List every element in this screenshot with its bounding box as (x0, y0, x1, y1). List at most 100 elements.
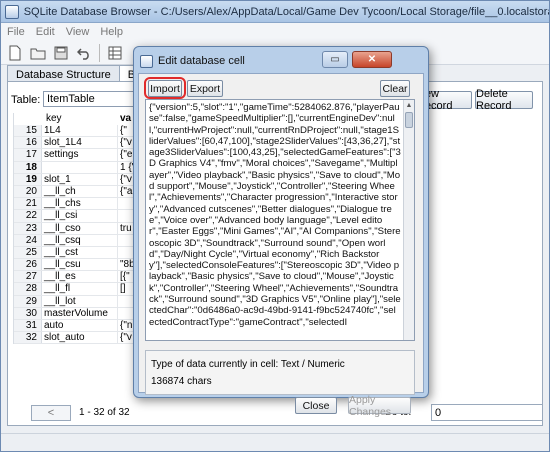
row-number: 26 (14, 259, 42, 271)
edit-cell-dialog: Edit database cell ▭ ✕ Import Export Cle… (133, 46, 429, 418)
table-row[interactable]: 30 masterVolume (14, 307, 141, 320)
tab-database-structure[interactable]: Database Structure (7, 65, 120, 82)
open-file-icon[interactable] (28, 43, 48, 63)
table-row[interactable]: 18 1 {"n (14, 161, 141, 174)
key-cell[interactable] (42, 161, 118, 173)
row-number: 30 (14, 307, 42, 319)
close-button[interactable]: Close (295, 397, 337, 414)
table-row[interactable]: 27 __ll_es [{" (14, 271, 141, 284)
key-cell[interactable]: __ll_csi (42, 210, 118, 222)
records-table: key va 15 1L4 {" 16 slot_1L4 {"v 17 settings {"e… (13, 113, 141, 345)
row-number: 27 (14, 271, 42, 283)
dialog-body: Import Export Clear {"version":5,"slot":… (138, 73, 424, 418)
menu-help[interactable]: Help (100, 26, 123, 38)
row-number: 23 (14, 222, 42, 234)
database-app-icon (5, 4, 19, 19)
window-titlebar: SQLite Database Browser - C:/Users/Alex/… (1, 1, 549, 23)
apply-changes-button[interactable]: Apply Changes (348, 394, 411, 418)
export-label: Export (189, 82, 221, 95)
row-number: 20 (14, 185, 42, 198)
table-row[interactable]: 31 auto {"n (14, 320, 141, 333)
key-cell[interactable]: __ll_lot (42, 295, 118, 307)
cell-length-text: 136874 chars (151, 376, 212, 387)
clear-label: Clear (382, 82, 408, 95)
key-cell[interactable]: __ll_es (42, 271, 118, 283)
window-title: SQLite Database Browser - C:/Users/Alex/… (23, 5, 549, 18)
export-button[interactable]: Export (187, 80, 223, 97)
table-row[interactable]: 28 __ll_fl[] (14, 283, 141, 296)
dialog-close-icon[interactable]: ✕ (352, 51, 392, 68)
table-row[interactable]: 19 slot_1 {"v (14, 173, 141, 186)
table-row[interactable]: 23 __ll_cso tru (14, 222, 141, 235)
table-select-value: ItemTable (47, 93, 95, 105)
key-cell[interactable]: slot_1L4 (42, 137, 118, 149)
menu-edit[interactable]: Edit (36, 26, 55, 38)
key-cell[interactable]: __ll_ch (42, 185, 118, 198)
menu-file[interactable]: File (7, 26, 25, 38)
row-number: 32 (14, 332, 42, 344)
table-row[interactable]: 29 __ll_lot (14, 295, 141, 308)
import-label: Import (150, 82, 180, 95)
row-number: 25 (14, 246, 42, 259)
key-cell[interactable]: __ll_csu (42, 259, 118, 271)
goto-input[interactable]: 0 (431, 404, 543, 421)
key-cell[interactable]: 1L4 (42, 125, 118, 137)
previous-page-button[interactable]: < (31, 405, 71, 421)
record-count: 1 - 32 of 32 (79, 407, 130, 418)
cell-info-box: Type of data currently in cell: Text / N… (145, 350, 415, 395)
scroll-thumb[interactable] (405, 112, 413, 128)
statusbar (1, 433, 549, 451)
row-number: 19 (14, 173, 42, 185)
cell-value-textarea[interactable]: {"version":5,"slot":"1","gameTime":52840… (145, 99, 415, 341)
row-number: 28 (14, 283, 42, 295)
table-row[interactable]: 26 __ll_csu "8b (14, 259, 141, 272)
clear-button[interactable]: Clear (380, 80, 410, 97)
row-number: 24 (14, 234, 42, 246)
menubar: File Edit View Help (1, 23, 549, 41)
table-label: Table: (11, 94, 41, 106)
dialog-database-icon (140, 54, 153, 68)
table-row[interactable]: 16 slot_1L4 {"v (14, 137, 141, 150)
table-row[interactable]: 32 slot_auto {"v (14, 332, 141, 345)
table-row[interactable]: 21 __ll_chs (14, 198, 141, 211)
table-header: key va (14, 113, 141, 125)
create-table-icon[interactable] (105, 43, 125, 63)
cell-value-text: {"version":5,"slot":"1","gameTime":52840… (149, 102, 401, 328)
save-icon[interactable] (51, 43, 71, 63)
dialog-title: Edit database cell (158, 55, 245, 67)
key-cell[interactable]: __ll_cso (42, 222, 118, 234)
key-cell[interactable]: slot_1 (42, 173, 118, 185)
table-row[interactable]: 17 settings {"e (14, 149, 141, 162)
key-cell[interactable]: __ll_chs (42, 198, 118, 210)
table-row[interactable]: 15 1L4 {" (14, 125, 141, 138)
new-file-icon[interactable] (5, 43, 25, 63)
scroll-up-icon[interactable]: ▲ (404, 100, 414, 111)
column-header-key[interactable]: key (44, 113, 120, 125)
row-number: 17 (14, 149, 42, 161)
undo-icon[interactable] (74, 43, 94, 63)
import-button[interactable]: Import (148, 80, 182, 97)
key-cell[interactable]: __ll_csq (42, 234, 118, 246)
menu-view[interactable]: View (66, 26, 90, 38)
key-cell[interactable]: settings (42, 149, 118, 161)
key-cell[interactable]: auto (42, 320, 118, 332)
table-row[interactable]: 20 __ll_ch {"a (14, 185, 141, 199)
textarea-scrollbar[interactable]: ▲ (403, 100, 414, 340)
table-row[interactable]: 24 __ll_csq (14, 234, 141, 247)
column-header-value[interactable]: va (120, 113, 131, 125)
key-cell[interactable]: __ll_cst (42, 246, 118, 259)
table-body: 15 1L4 {" 16 slot_1L4 {"v 17 settings {"e 18 1 {"n… (14, 125, 141, 345)
close-label: Close (302, 399, 330, 412)
key-cell[interactable]: slot_auto (42, 332, 118, 344)
row-number: 22 (14, 210, 42, 222)
row-number: 18 (14, 161, 42, 173)
key-cell[interactable]: __ll_fl (42, 283, 118, 295)
delete-record-button[interactable]: Delete Record (475, 88, 533, 112)
row-number: 29 (14, 295, 42, 307)
apply-changes-label: Apply Changes (349, 393, 392, 418)
table-row[interactable]: 25 __ll_cst (14, 246, 141, 260)
dialog-minimize-icon[interactable]: ▭ (322, 51, 348, 68)
key-cell[interactable]: masterVolume (42, 307, 118, 319)
table-row[interactable]: 22 __ll_csi (14, 210, 141, 223)
row-number: 15 (14, 125, 42, 137)
